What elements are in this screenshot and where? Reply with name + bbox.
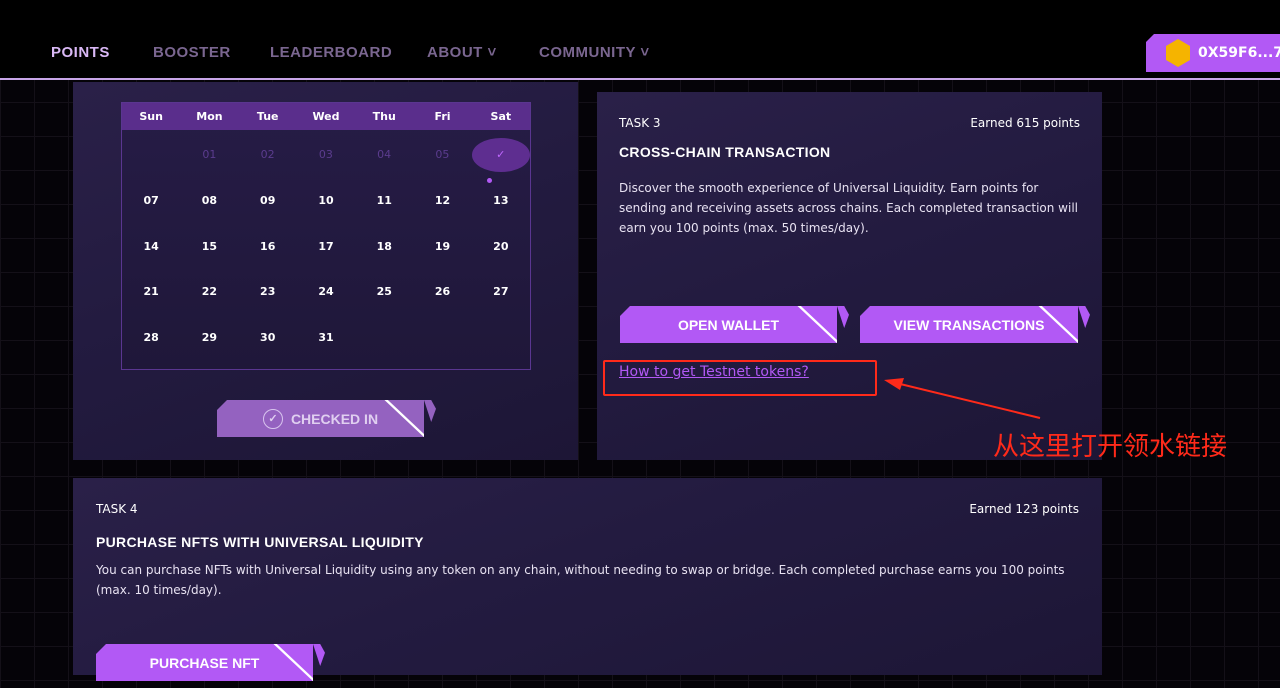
annotation-box — [603, 360, 877, 396]
calendar-weekdays: Sun Mon Tue Wed Thu Fri Sat — [122, 103, 530, 130]
weekday-wed: Wed — [312, 110, 340, 123]
calendar-day[interactable]: 09 — [239, 194, 297, 207]
task-description: Discover the smooth experience of Univer… — [619, 181, 1078, 235]
calendar-week: 21 22 23 24 25 26 27 — [122, 269, 530, 315]
button-tail-decoration — [313, 644, 325, 666]
ua-logo-icon — [1166, 39, 1190, 67]
nav-about[interactable]: ABOUT ˅ — [427, 44, 497, 61]
nav-booster[interactable]: BOOSTER — [153, 44, 231, 61]
task-title: PURCHASE NFTS WITH UNIVERSAL LIQUIDITY — [96, 534, 424, 550]
chevron-down-icon: ˅ — [482, 44, 497, 61]
calendar-day[interactable]: 02 — [239, 148, 297, 161]
weekday-mon: Mon — [196, 110, 223, 123]
calendar-day[interactable]: 27 — [472, 285, 530, 298]
annotation-text: 从这里打开领水链接 — [993, 432, 1228, 462]
task4-card: TASK 4 Earned 123 points PURCHASE NFTS W… — [73, 478, 1102, 681]
nav-community-label: COMMUNITY — [539, 44, 636, 61]
nav-about-label: ABOUT — [427, 44, 483, 61]
view-transactions-button[interactable]: VIEW TRANSACTIONS — [860, 306, 1078, 343]
wallet-address: 0X59F6...7 — [1198, 45, 1280, 61]
nav-points[interactable]: POINTS — [51, 44, 110, 61]
calendar-week: 14 15 16 17 18 19 20 — [122, 223, 530, 269]
calendar-day[interactable]: 10 — [297, 194, 355, 207]
button-tail-decoration — [837, 306, 849, 328]
nav-leaderboard[interactable]: LEADERBOARD — [270, 44, 392, 61]
calendar-day[interactable]: 29 — [180, 331, 238, 344]
calendar-day[interactable]: 30 — [239, 331, 297, 344]
calendar-body: 01 02 03 04 05 ✓ 07 08 09 10 11 12 13 14 15 16 17 18 19 20 2… — [122, 130, 530, 360]
calendar-day[interactable]: 21 — [122, 285, 180, 298]
weekday-sat: Sat — [490, 110, 512, 123]
weekday-tue: Tue — [256, 110, 279, 123]
calendar-day[interactable]: 08 — [180, 194, 238, 207]
checkmark-icon: ✓ — [471, 137, 530, 183]
annotation-arrow-icon — [884, 378, 1041, 419]
calendar-day[interactable]: 13 — [472, 194, 530, 207]
purchase-nft-button[interactable]: PURCHASE NFT — [96, 644, 313, 681]
calendar-day[interactable]: 19 — [413, 240, 471, 253]
task-label: TASK 4 — [96, 502, 138, 516]
calendar-day[interactable]: 12 — [413, 194, 471, 207]
earned-points: Earned 123 points — [969, 502, 1079, 516]
calendar-day[interactable]: 17 — [297, 240, 355, 253]
calendar-day[interactable]: 31 — [297, 331, 355, 344]
calendar-week: 07 08 09 10 11 12 13 — [122, 178, 530, 224]
chevron-down-icon: ˅ — [635, 44, 650, 61]
task-title: CROSS-CHAIN TRANSACTION — [619, 144, 831, 160]
top-nav: POINTS BOOSTER LEADERBOARD ABOUT ˅ COMMU… — [0, 0, 1280, 80]
open-wallet-button[interactable]: OPEN WALLET — [620, 306, 837, 343]
check-circle-icon: ✓ — [262, 408, 283, 429]
calendar-day[interactable]: 03 — [297, 148, 355, 161]
calendar-week: 01 02 03 04 05 ✓ — [122, 132, 530, 183]
earned-points: Earned 615 points — [970, 116, 1080, 130]
calendar-day[interactable]: 25 — [355, 285, 413, 298]
calendar-day[interactable]: 04 — [355, 148, 413, 161]
calendar-day[interactable]: 16 — [239, 240, 297, 253]
button-tail-decoration — [1078, 306, 1090, 328]
calendar-day[interactable]: 01 — [180, 148, 238, 161]
calendar-day[interactable]: 05 — [413, 148, 471, 161]
calendar-day[interactable]: 18 — [355, 240, 413, 253]
weekday-thu: Thu — [372, 110, 396, 123]
calendar-week: 28 29 30 31 — [122, 315, 530, 361]
checked-in-label: CHECKED IN — [290, 410, 379, 427]
checked-in-button[interactable]: ✓ CHECKED IN — [217, 400, 424, 437]
weekday-sun: Sun — [139, 110, 163, 123]
calendar-day-checked[interactable]: ✓ — [471, 137, 530, 183]
wallet-button[interactable]: 0X59F6...7 — [1146, 34, 1280, 72]
calendar-day[interactable]: 28 — [122, 331, 180, 344]
calendar-day[interactable]: 24 — [297, 285, 355, 298]
weekday-fri: Fri — [434, 110, 451, 123]
calendar-day[interactable]: 20 — [472, 240, 530, 253]
nav-community[interactable]: COMMUNITY ˅ — [539, 44, 650, 61]
task-description: You can purchase NFTs with Universal Liq… — [96, 563, 1065, 597]
calendar-day[interactable]: 14 — [122, 240, 180, 253]
calendar-day[interactable]: 07 — [122, 194, 180, 207]
calendar-day[interactable]: 26 — [413, 285, 471, 298]
calendar-day[interactable]: 22 — [180, 285, 238, 298]
task-label: TASK 3 — [619, 116, 661, 130]
calendar-day[interactable]: 15 — [180, 240, 238, 253]
calendar: Sun Mon Tue Wed Thu Fri Sat 01 02 03 04 05 ✓ 07 08 09 1… — [121, 102, 531, 370]
calendar-day[interactable]: 11 — [355, 194, 413, 207]
calendar-day[interactable]: 23 — [239, 285, 297, 298]
